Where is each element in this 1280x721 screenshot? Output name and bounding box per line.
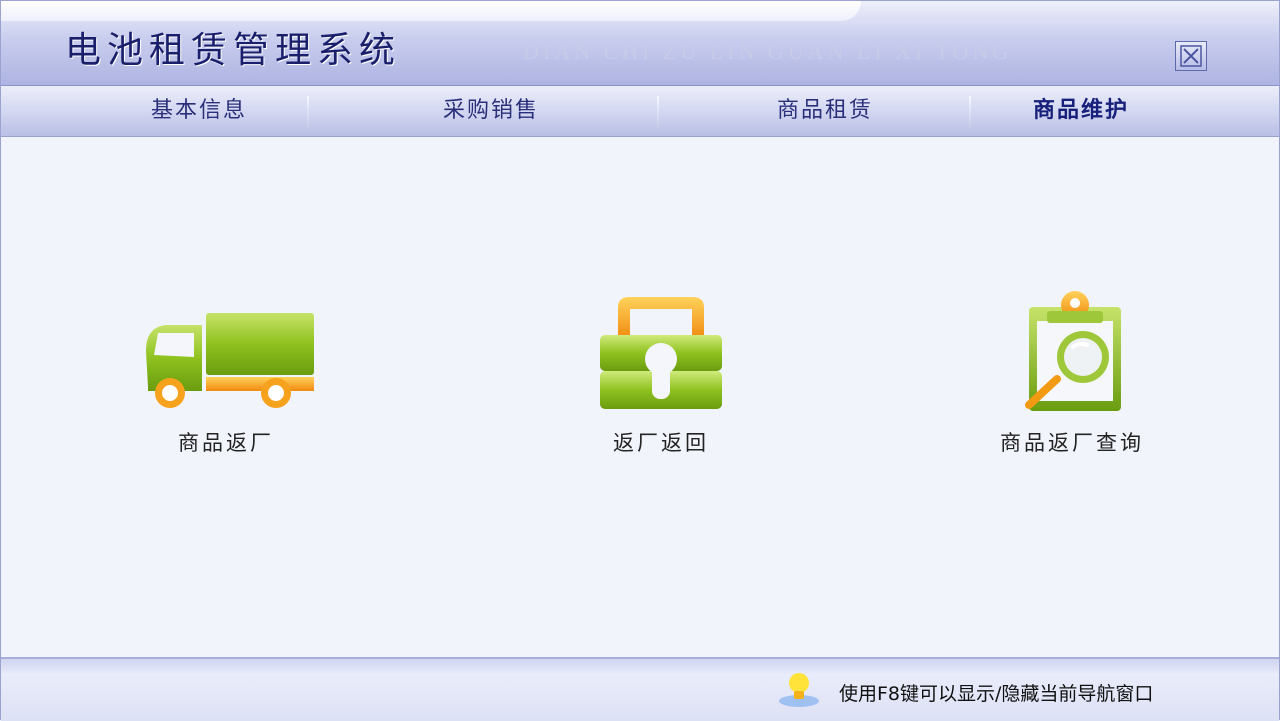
lightbulb-icon xyxy=(779,673,819,707)
close-icon xyxy=(1180,45,1202,67)
title-bar-tab xyxy=(1,1,861,21)
tile-return-to-factory[interactable]: 商品返厂 xyxy=(131,307,321,457)
nav-purchase-sales[interactable]: 采购销售 xyxy=(431,96,551,126)
tile-factory-return-back[interactable]: 返厂返回 xyxy=(561,293,761,457)
tile-label: 商品返厂 xyxy=(178,431,274,455)
tile-label: 返厂返回 xyxy=(613,431,709,455)
app-subtitle: DIAN CHI ZU LIN GUAN LI XI TONG xyxy=(523,39,1013,64)
tile-label: 商品返厂查询 xyxy=(1000,431,1144,455)
status-hint: 使用F8键可以显示/隐藏当前导航窗口 xyxy=(839,683,1154,705)
status-bar: 使用F8键可以显示/隐藏当前导航窗口 xyxy=(1,657,1279,721)
close-button[interactable] xyxy=(1175,41,1207,71)
app-window: 电池租赁管理系统 DIAN CHI ZU LIN GUAN LI XI TONG… xyxy=(0,0,1280,721)
nav-separator xyxy=(657,96,659,128)
content-area: 商品返厂 返厂返回 商品返厂查询 xyxy=(1,137,1279,657)
main-nav: 基本信息 采购销售 商品租赁 商品维护 xyxy=(1,86,1279,137)
truck-icon xyxy=(146,313,314,408)
nav-separator xyxy=(969,96,971,128)
nav-product-rental[interactable]: 商品租赁 xyxy=(765,96,885,126)
title-bar: 电池租赁管理系统 DIAN CHI ZU LIN GUAN LI XI TONG xyxy=(1,1,1279,86)
lock-icon xyxy=(600,297,722,409)
nav-product-maintenance[interactable]: 商品维护 xyxy=(1019,96,1143,126)
tile-return-to-factory-query[interactable]: 商品返厂查询 xyxy=(987,287,1157,457)
app-title: 电池租赁管理系统 xyxy=(65,30,402,71)
nav-separator xyxy=(307,96,309,128)
nav-basic-info[interactable]: 基本信息 xyxy=(139,96,259,126)
clipboard-search-icon xyxy=(1025,291,1121,411)
